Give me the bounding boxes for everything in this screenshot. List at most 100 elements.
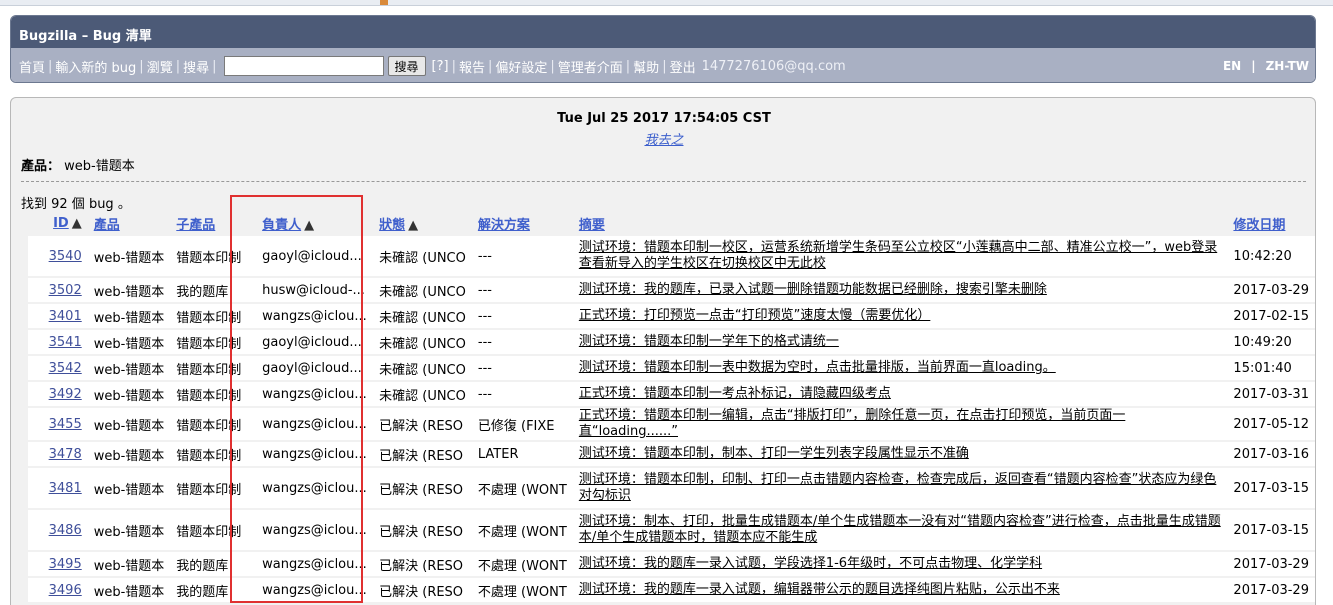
bug-resolution: 不處理 (WONT bbox=[471, 552, 573, 576]
bug-id-link[interactable]: 3542 bbox=[28, 356, 88, 380]
product-label: 產品： bbox=[21, 159, 61, 174]
lang-zh-tw[interactable]: ZH-TW bbox=[1266, 59, 1309, 73]
bug-component: 错题本印制 bbox=[170, 442, 257, 466]
bug-product: web-错题本 bbox=[87, 382, 171, 406]
col-product[interactable]: 產品 bbox=[88, 212, 171, 234]
bug-summary-link[interactable]: 测试环境：我的题库，已录入试题一删除错题功能数据已经删除，搜索引擎未删除 bbox=[572, 278, 1228, 302]
bug-resolution: --- bbox=[471, 304, 573, 328]
help-link[interactable]: [?] bbox=[432, 59, 449, 74]
bug-summary-link[interactable]: 测试环境：错题本印制，印制、打印一点击错题内容检查，检查完成后，返回查看“错题内… bbox=[572, 468, 1228, 508]
bug-component: 我的题库 bbox=[170, 278, 257, 302]
table-row: 3481 web-错题本 错题本印制 wangzs@iclou... 已解決 (RESO… bbox=[28, 468, 1315, 508]
bug-id-link[interactable]: 3401 bbox=[28, 304, 88, 328]
bug-summary-link[interactable]: 测试环境：制本、打印，批量生成错题本/单个生成错题本一没有对“错题内容检查”进行… bbox=[572, 510, 1228, 550]
bug-changed: 2017-02-15 bbox=[1227, 304, 1315, 328]
sort-asc-icon: ▲ bbox=[71, 215, 82, 231]
table-row: 3492 web-错题本 错题本印制 wangzs@iclou... 未確認 (UNCO… bbox=[28, 382, 1315, 406]
bug-status: 已解決 (RESO bbox=[373, 552, 472, 576]
bug-assignee: wangzs@iclou... bbox=[256, 510, 374, 550]
bug-assignee: gaoyl@icloud... bbox=[256, 356, 374, 380]
bug-summary-link[interactable]: 测试环境：错题本印制，制本、打印一学生列表字段属性显示不准确 bbox=[572, 442, 1228, 466]
table-row: 3540 web-错题本 错题本印制 gaoyl@icloud... 未確認 (UNCO… bbox=[28, 236, 1315, 276]
search-button[interactable]: 搜尋 bbox=[387, 56, 426, 76]
bug-summary-link[interactable]: 测试环境：我的题库一录入试题，编辑器带公示的题目选择纯图片粘贴，公示出不来 bbox=[572, 578, 1228, 602]
bug-status: 已解決 (RESO bbox=[373, 468, 472, 508]
bug-id-link[interactable]: 3486 bbox=[28, 510, 88, 550]
bug-summary-link[interactable]: 测试环境：错题本印制一学年下的格式请统一 bbox=[572, 330, 1228, 354]
bug-summary-link[interactable]: 测试环境：错题本印制一校区，运营系统新增学生条码至公立校区“小莲藕高中二部、精准… bbox=[572, 236, 1228, 276]
bug-product: web-错题本 bbox=[87, 468, 171, 508]
bug-changed: 10:49:20 bbox=[1227, 330, 1315, 354]
bug-product: web-错题本 bbox=[87, 578, 171, 602]
bug-summary-link[interactable]: 测试环境：我的题库一录入试题，学段选择1-6年级时，不可点击物理、化学学科 bbox=[572, 552, 1228, 576]
bug-resolution: --- bbox=[471, 382, 573, 406]
nav-help[interactable]: 幫助 bbox=[633, 57, 659, 76]
quick-search-input[interactable] bbox=[223, 56, 384, 76]
bug-resolution: 已修復 (FIXE bbox=[471, 408, 573, 440]
product-filter: 產品： web-错题本 bbox=[21, 155, 135, 174]
sort-asc-icon: ▲ bbox=[304, 217, 315, 233]
bug-product: web-错题本 bbox=[87, 278, 171, 302]
bug-resolution: LATER bbox=[471, 442, 573, 466]
nav-preferences[interactable]: 偏好設定 bbox=[495, 57, 547, 76]
bug-status: 已解決 (RESO bbox=[373, 510, 472, 550]
bug-id-link[interactable]: 3492 bbox=[28, 382, 88, 406]
bug-id-link[interactable]: 3478 bbox=[28, 442, 88, 466]
nav-logout[interactable]: 登出 bbox=[670, 57, 696, 76]
col-resolution[interactable]: 解決方案 bbox=[472, 212, 573, 234]
bug-id-link[interactable]: 3540 bbox=[28, 236, 88, 276]
bug-resolution: --- bbox=[471, 330, 573, 354]
bug-changed: 2017-05-12 bbox=[1227, 408, 1315, 440]
bug-resolution: 不處理 (WONT bbox=[471, 510, 573, 550]
nav-new-bug[interactable]: 輸入新的 bug bbox=[55, 57, 136, 76]
col-summary[interactable]: 摘要 bbox=[573, 212, 1228, 234]
browser-top-strip bbox=[0, 0, 1333, 6]
col-id[interactable]: ID ▲ bbox=[28, 212, 88, 234]
bugzilla-header: Bugzilla – Bug 清單 首頁 | 輸入新的 bug | 瀏覽 | 搜尋 | … bbox=[10, 15, 1316, 83]
col-assignee[interactable]: 負責人 ▲ bbox=[256, 212, 373, 234]
bug-component: 错题本印制 bbox=[170, 382, 257, 406]
bug-summary-link[interactable]: 正式环境：打印预览一点击“打印预览”速度太慢（需要优化） bbox=[572, 304, 1228, 328]
bug-resolution: 不處理 (WONT bbox=[471, 468, 573, 508]
bug-summary-link[interactable]: 正式环境：错题本印制一考点补标记，请隐藏四级考点 bbox=[572, 382, 1228, 406]
col-component[interactable]: 子產品 bbox=[170, 212, 256, 234]
lang-en[interactable]: EN bbox=[1223, 59, 1241, 73]
bug-status: 未確認 (UNCO bbox=[373, 330, 472, 354]
bug-assignee: wangzs@iclou... bbox=[256, 552, 374, 576]
bug-component: 错题本印制 bbox=[170, 468, 257, 508]
col-status[interactable]: 狀態 ▲ bbox=[373, 212, 472, 234]
bug-id-link[interactable]: 3495 bbox=[28, 552, 88, 576]
col-changed[interactable]: 修改日期 bbox=[1227, 212, 1315, 234]
table-row: 3478 web-错题本 错题本印制 wangzs@iclou... 已解決 (RESO… bbox=[28, 442, 1315, 466]
bug-resolution: 不處理 (WONT bbox=[471, 578, 573, 602]
bug-id-link[interactable]: 3541 bbox=[28, 330, 88, 354]
bug-changed: 2017-03-15 bbox=[1227, 510, 1315, 550]
tab-marker bbox=[380, 0, 388, 5]
table-row: 3486 web-错题本 错题本印制 wangzs@iclou... 已解決 (RESO… bbox=[28, 510, 1315, 550]
nav-reports[interactable]: 報告 bbox=[459, 57, 485, 76]
bug-changed: 2017-03-29 bbox=[1227, 578, 1315, 602]
bug-summary-link[interactable]: 正式环境：错题本印制一编辑，点击“排版打印”，删除任意一页，在点击打印预览，当前… bbox=[572, 408, 1228, 440]
bug-status: 未確認 (UNCO bbox=[373, 236, 472, 276]
bug-assignee: wangzs@iclou... bbox=[256, 382, 374, 406]
bug-id-link[interactable]: 3455 bbox=[28, 408, 88, 440]
bug-changed: 2017-03-15 bbox=[1227, 468, 1315, 508]
bug-component: 错题本印制 bbox=[170, 408, 257, 440]
nav-admin[interactable]: 管理者介面 bbox=[558, 57, 623, 76]
nav-home[interactable]: 首頁 bbox=[19, 57, 45, 76]
bug-assignee: gaoyl@icloud... bbox=[256, 330, 374, 354]
bug-component: 错题本印制 bbox=[170, 236, 257, 276]
bug-product: web-错题本 bbox=[87, 236, 171, 276]
bug-id-link[interactable]: 3496 bbox=[28, 578, 88, 602]
saved-search-link[interactable]: 我去之 bbox=[11, 129, 1317, 148]
product-value: web-错题本 bbox=[64, 159, 135, 174]
bug-component: 我的题库 bbox=[170, 552, 257, 576]
bug-id-link[interactable]: 3502 bbox=[28, 278, 88, 302]
nav-browse[interactable]: 瀏覽 bbox=[147, 57, 173, 76]
bug-id-link[interactable]: 3481 bbox=[28, 468, 88, 508]
table-row: 3401 web-错题本 错题本印制 wangzs@iclou... 未確認 (UNCO… bbox=[28, 304, 1315, 328]
lang-sep: | bbox=[1251, 59, 1256, 73]
nav-search[interactable]: 搜尋 bbox=[183, 57, 209, 76]
bug-product: web-错题本 bbox=[87, 356, 171, 380]
bug-summary-link[interactable]: 测试环境：错题本印制一表中数据为空时，点击批量排版，当前界面一直loading。 bbox=[572, 356, 1228, 380]
